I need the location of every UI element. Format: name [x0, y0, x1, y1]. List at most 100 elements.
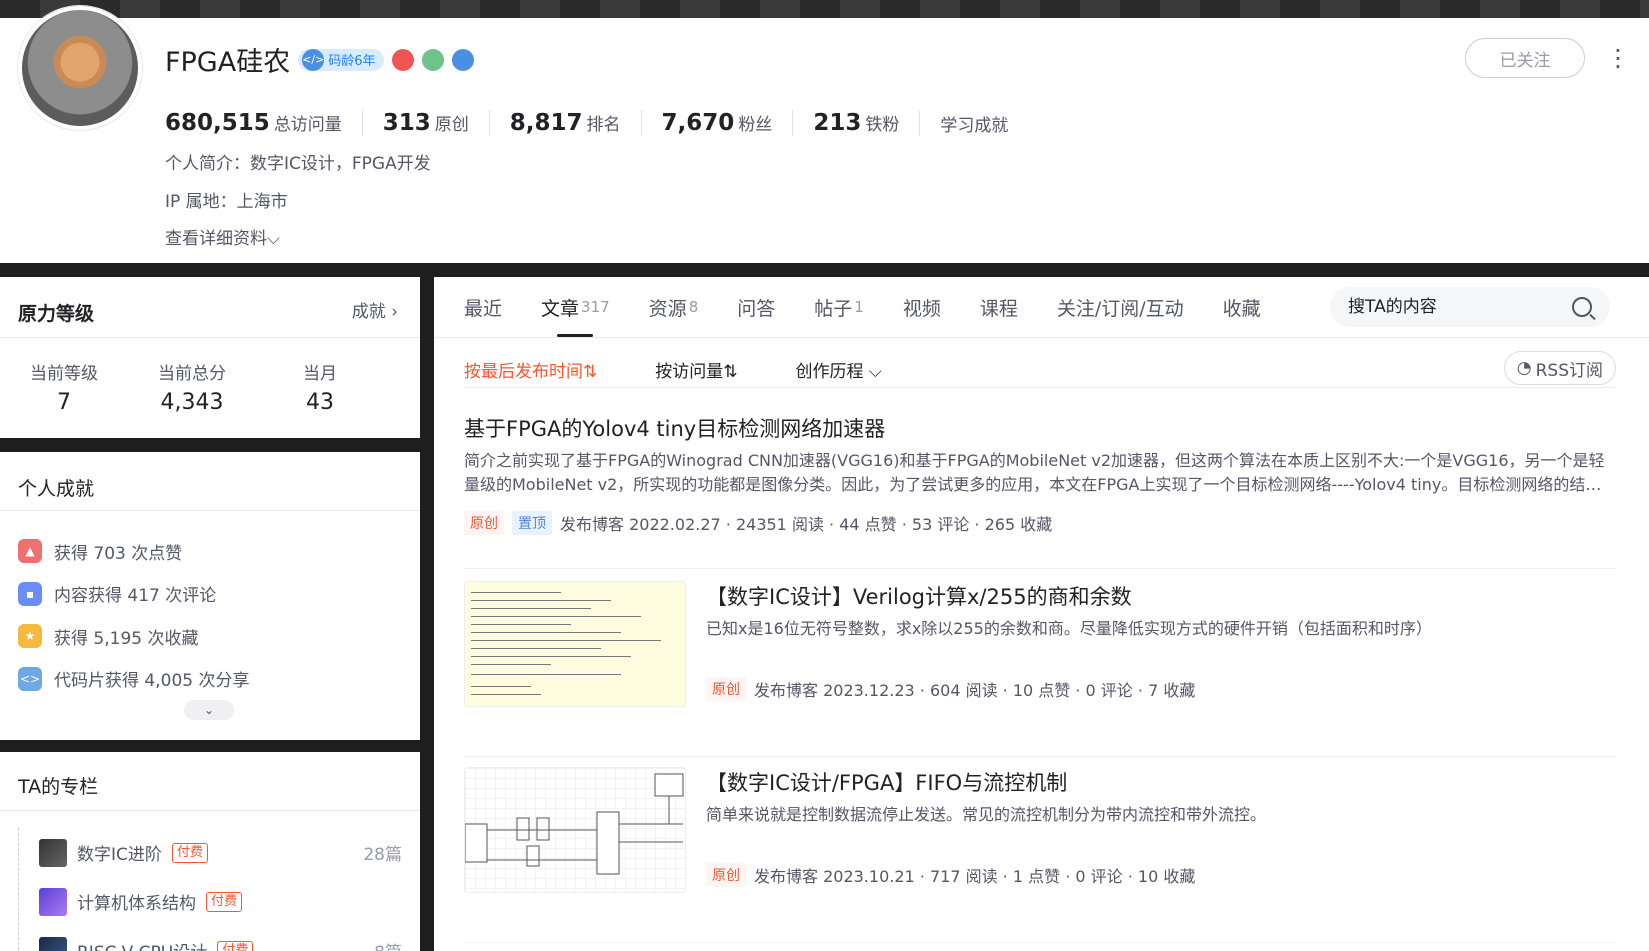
- rss-icon: ◔: [1516, 358, 1532, 378]
- article-item[interactable]: 基于FPGA的Yolov4 tiny目标检测网络加速器 简介之前实现了基于FPG…: [464, 413, 1616, 569]
- tab-label: 课程: [979, 297, 1018, 320]
- medal-blue-icon[interactable]: [451, 48, 474, 71]
- column-item[interactable]: 计算机体系结构 付费: [19, 877, 402, 926]
- avatar[interactable]: [18, 6, 142, 130]
- level-stat-value: 43: [306, 390, 334, 415]
- original-tag: 原创: [464, 511, 504, 535]
- column-thumbnail: [39, 838, 67, 867]
- column-name: 计算机体系结构: [77, 894, 196, 914]
- article-body: 【数字IC设计】Verilog计算x/255的商和余数 已知x是16位无符号整数…: [706, 581, 1616, 701]
- medal-red-icon[interactable]: [391, 48, 414, 71]
- tab-articles[interactable]: 文章 317: [541, 277, 610, 337]
- stat-value: 8,817: [509, 110, 583, 136]
- divider: [464, 756, 1616, 757]
- level-title: 原力等级: [18, 303, 95, 325]
- column-item[interactable]: 数字IC进阶 付费 28篇: [19, 828, 402, 877]
- comment-icon: ▪: [18, 581, 42, 606]
- tab-resources[interactable]: 资源 8: [649, 277, 699, 337]
- column-item[interactable]: RISC-V CPU设计 付费 8篇: [19, 926, 402, 951]
- creation-history-dropdown[interactable]: 创作历程 ⌵: [796, 357, 882, 382]
- view-detail-link[interactable]: 查看详细资料⌵: [165, 224, 280, 249]
- tab-videos[interactable]: 视频: [903, 277, 941, 337]
- article-title[interactable]: 【数字IC设计/FPGA】FIFO与流控机制: [706, 767, 1616, 797]
- name-row: FPGA硅农 </> 码龄6年: [165, 40, 474, 79]
- search-icon[interactable]: [1572, 297, 1592, 317]
- code-icon: <>: [18, 666, 42, 691]
- stat-rank[interactable]: 8,817 排名: [488, 110, 641, 136]
- stat-value: 213: [813, 110, 862, 136]
- tab-label: 文章: [541, 297, 580, 320]
- columns-title: TA的专栏: [18, 776, 99, 798]
- stat-label: 粉丝: [738, 115, 773, 135]
- paid-badge: 付费: [217, 940, 254, 951]
- stat-fans[interactable]: 7,670 粉丝: [640, 110, 793, 136]
- code-age-badge[interactable]: </> 码龄6年: [298, 48, 384, 71]
- article-stats: 发布博客 2022.02.27 · 24351 阅读 · 44 点赞 · 53 …: [560, 515, 1053, 534]
- original-tag: 原创: [706, 677, 746, 701]
- stat-iron-fans[interactable]: 213 铁粉: [792, 110, 919, 136]
- article-item[interactable]: 【数字IC设计/FPGA】FIFO与流控机制 简单来说就是控制数据流停止发送。常…: [464, 767, 1616, 943]
- achievements-card: 个人成就 ▲ 获得 703 次点赞 ▪ 内容获得 417 次评论 ★ 获得 5,…: [0, 452, 420, 740]
- divider: [0, 337, 420, 338]
- article-title[interactable]: 基于FPGA的Yolov4 tiny目标检测网络加速器: [464, 413, 1616, 443]
- more-options-icon[interactable]: ⋮: [1606, 42, 1630, 74]
- level-stat-value: 4,343: [160, 390, 224, 415]
- article-meta: 原创 发布博客 2023.10.21 · 717 阅读 · 1 点赞 · 0 评…: [706, 863, 1616, 887]
- profile-intro: 个人简介：数字IC设计，FPGA开发: [165, 154, 431, 174]
- profile-ip-location: IP 属地：上海市: [165, 192, 288, 212]
- stat-visits: 680,515 总访问量: [165, 110, 362, 136]
- expand-chevron-icon[interactable]: ⌄: [184, 700, 234, 720]
- article-description: 简单来说就是控制数据流停止发送。常见的流控机制分为带内流控和带外流控。: [706, 805, 1267, 824]
- fifo-diagram-image: [464, 773, 684, 875]
- tab-label: 最近: [464, 297, 503, 320]
- medal-green-icon[interactable]: [421, 48, 444, 71]
- tab-courses[interactable]: 课程: [980, 277, 1018, 337]
- article-meta: 原创 发布博客 2023.12.23 · 604 阅读 · 10 点赞 · 0 …: [706, 677, 1616, 701]
- content-tabs: 最近 文章 317 资源 8 问答 帖子 1 视频 课程 关注/订阅/互动 收藏: [464, 277, 1300, 337]
- tab-label: 资源: [648, 297, 687, 320]
- article-thumbnail[interactable]: [464, 767, 686, 893]
- article-meta: 原创 置顶 发布博客 2022.02.27 · 24351 阅读 · 44 点赞…: [464, 511, 1616, 535]
- divider: [0, 810, 420, 811]
- tab-favorites[interactable]: 收藏: [1223, 277, 1261, 337]
- tab-label: 关注/订阅/互动: [1056, 297, 1184, 320]
- tab-recent[interactable]: 最近: [464, 277, 502, 337]
- learning-achievement-link[interactable]: 学习成就: [919, 110, 1008, 136]
- tab-follow-subscribe[interactable]: 关注/订阅/互动: [1057, 277, 1184, 337]
- sort-by-views[interactable]: 按访问量⇅: [655, 357, 737, 382]
- page-background-strip: [0, 0, 1649, 18]
- level-stat-label: 当月: [303, 364, 337, 384]
- sort-by-time[interactable]: 按最后发布时间⇅: [464, 357, 597, 382]
- paid-badge: 付费: [206, 891, 243, 912]
- level-stats: 当前等级 7 当前总分 4,343 当月 43: [0, 359, 420, 415]
- rss-subscribe-button[interactable]: ◔ RSS订阅: [1503, 351, 1616, 385]
- level-current: 当前等级 7: [0, 359, 128, 415]
- main-content: 最近 文章 317 资源 8 问答 帖子 1 视频 课程 关注/订阅/互动 收藏: [434, 277, 1649, 951]
- columns-list: 数字IC进阶 付费 28篇 计算机体系结构 付费 RISC-V CPU设计 付费…: [18, 828, 402, 951]
- achievement-item: ★ 获得 5,195 次收藏: [18, 615, 249, 658]
- search-input[interactable]: [1348, 297, 1568, 317]
- article-title[interactable]: 【数字IC设计】Verilog计算x/255的商和余数: [706, 581, 1616, 611]
- achievement-link[interactable]: 成就 ›: [352, 297, 398, 322]
- article-item[interactable]: 【数字IC设计】Verilog计算x/255的商和余数 已知x是16位无符号整数…: [464, 581, 1616, 757]
- stat-value: 680,515: [165, 110, 270, 136]
- achievement-item: ▪ 内容获得 417 次评论: [18, 573, 249, 616]
- stat-value: 313: [382, 110, 431, 136]
- divider: [0, 510, 420, 511]
- achievement-item: ▲ 获得 703 次点赞: [18, 530, 249, 573]
- stat-original[interactable]: 313 原创: [361, 110, 489, 136]
- follow-button[interactable]: 已关注: [1465, 38, 1585, 78]
- pinned-tag: 置顶: [512, 511, 552, 535]
- article-thumbnail[interactable]: [464, 581, 686, 707]
- tab-posts[interactable]: 帖子 1: [814, 277, 864, 337]
- tab-label: 视频: [902, 297, 941, 320]
- stat-label: 原创: [434, 115, 469, 135]
- level-this-month: 当月 43: [256, 359, 384, 415]
- achievement-text: 内容获得 417 次评论: [54, 586, 217, 607]
- tab-qa[interactable]: 问答: [737, 277, 775, 337]
- article-description: 简介之前实现了基于FPGA的Winograd CNN加速器(VGG16)和基于F…: [464, 451, 1605, 494]
- level-stat-value: 7: [57, 390, 71, 415]
- sort-bar: 按最后发布时间⇅ 按访问量⇅ 创作历程 ⌵ ◔ RSS订阅: [464, 349, 1616, 389]
- tab-count: 1: [854, 298, 864, 316]
- column-thumbnail: [39, 936, 67, 951]
